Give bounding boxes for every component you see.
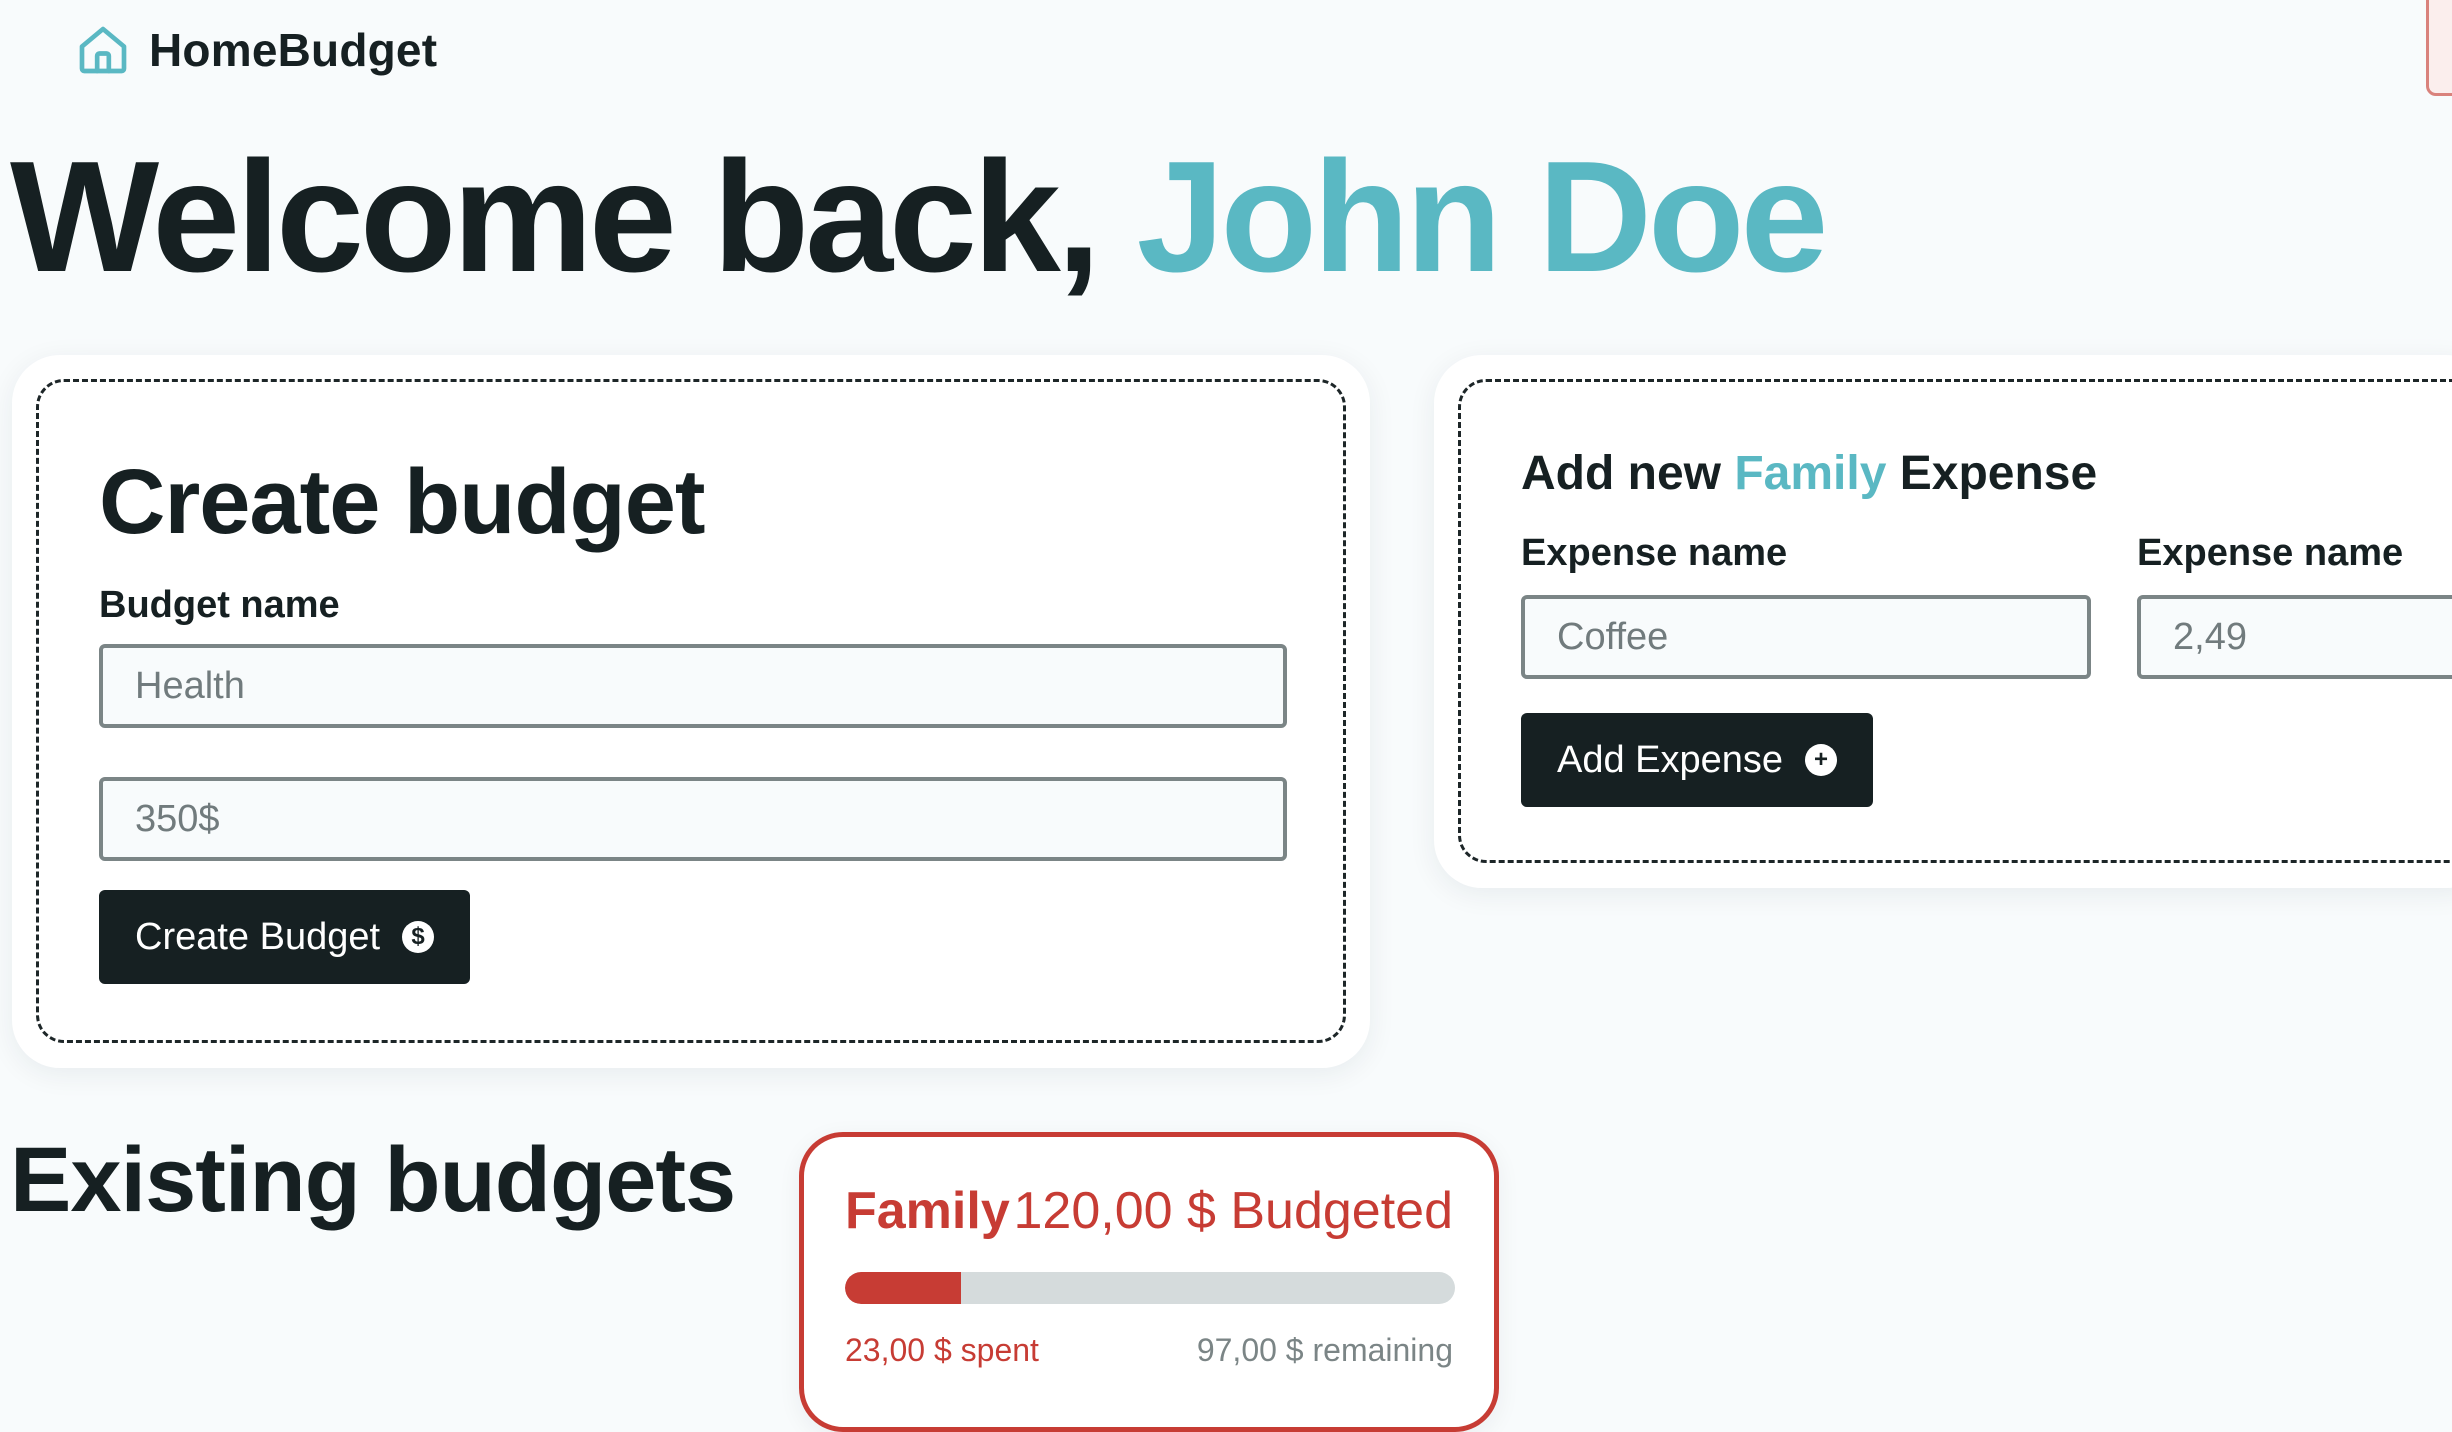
dollar-icon: $ xyxy=(402,921,435,953)
add-expense-button-label: Add Expense xyxy=(1557,738,1784,781)
budget-card-name: Family xyxy=(845,1182,1010,1240)
expense-amount-label: Expense name xyxy=(2137,532,2404,574)
add-expense-title: Add new Family Expense xyxy=(1521,447,2098,501)
expense-amount-input[interactable] xyxy=(2137,595,2452,679)
expense-budget-name: Family xyxy=(1734,447,1887,500)
create-budget-button-label: Create Budget xyxy=(135,915,381,958)
create-budget-button[interactable]: Create Budget $ xyxy=(99,890,471,984)
home-icon xyxy=(75,22,131,78)
expense-name-input[interactable] xyxy=(1521,595,2091,679)
create-budget-form: Create budget Budget name Create Budget … xyxy=(36,379,1346,1043)
budget-card-family[interactable]: Family 120,00 $ Budgeted 23,00 $ spent 9… xyxy=(799,1132,1499,1432)
budget-name-input[interactable] xyxy=(99,644,1287,728)
budget-progress-bar xyxy=(845,1272,1455,1304)
logout-button[interactable] xyxy=(2426,0,2452,96)
add-expense-card: Add new Family Expense Expense name Expe… xyxy=(1434,355,2452,888)
create-budget-card: Create budget Budget name Create Budget … xyxy=(12,355,1370,1068)
budget-amount-input[interactable] xyxy=(99,777,1287,861)
budget-card-remaining: 97,00 $ remaining xyxy=(1196,1332,1453,1368)
welcome-prefix: Welcome back, xyxy=(10,129,1137,305)
plus-icon: + xyxy=(1805,744,1838,776)
create-budget-title: Create budget xyxy=(99,451,706,553)
add-expense-title-suffix: Expense xyxy=(1886,447,2098,500)
budget-card-budgeted: 120,00 $ Budgeted xyxy=(1013,1182,1453,1240)
existing-budgets-title: Existing budgets xyxy=(10,1129,736,1231)
add-expense-title-prefix: Add new xyxy=(1521,447,1735,500)
welcome-heading: Welcome back, John Doe xyxy=(10,138,1828,296)
budget-name-label: Budget name xyxy=(99,584,340,626)
expense-name-label: Expense name xyxy=(1521,532,1788,574)
budget-progress-fill xyxy=(845,1272,961,1304)
add-expense-button[interactable]: Add Expense + xyxy=(1521,713,1874,807)
brand-name: HomeBudget xyxy=(149,24,438,76)
add-expense-form: Add new Family Expense Expense name Expe… xyxy=(1458,379,2452,863)
budget-card-spent: 23,00 $ spent xyxy=(845,1332,1039,1368)
brand-link[interactable]: HomeBudget xyxy=(75,14,437,86)
user-name: John Doe xyxy=(1136,129,1829,305)
